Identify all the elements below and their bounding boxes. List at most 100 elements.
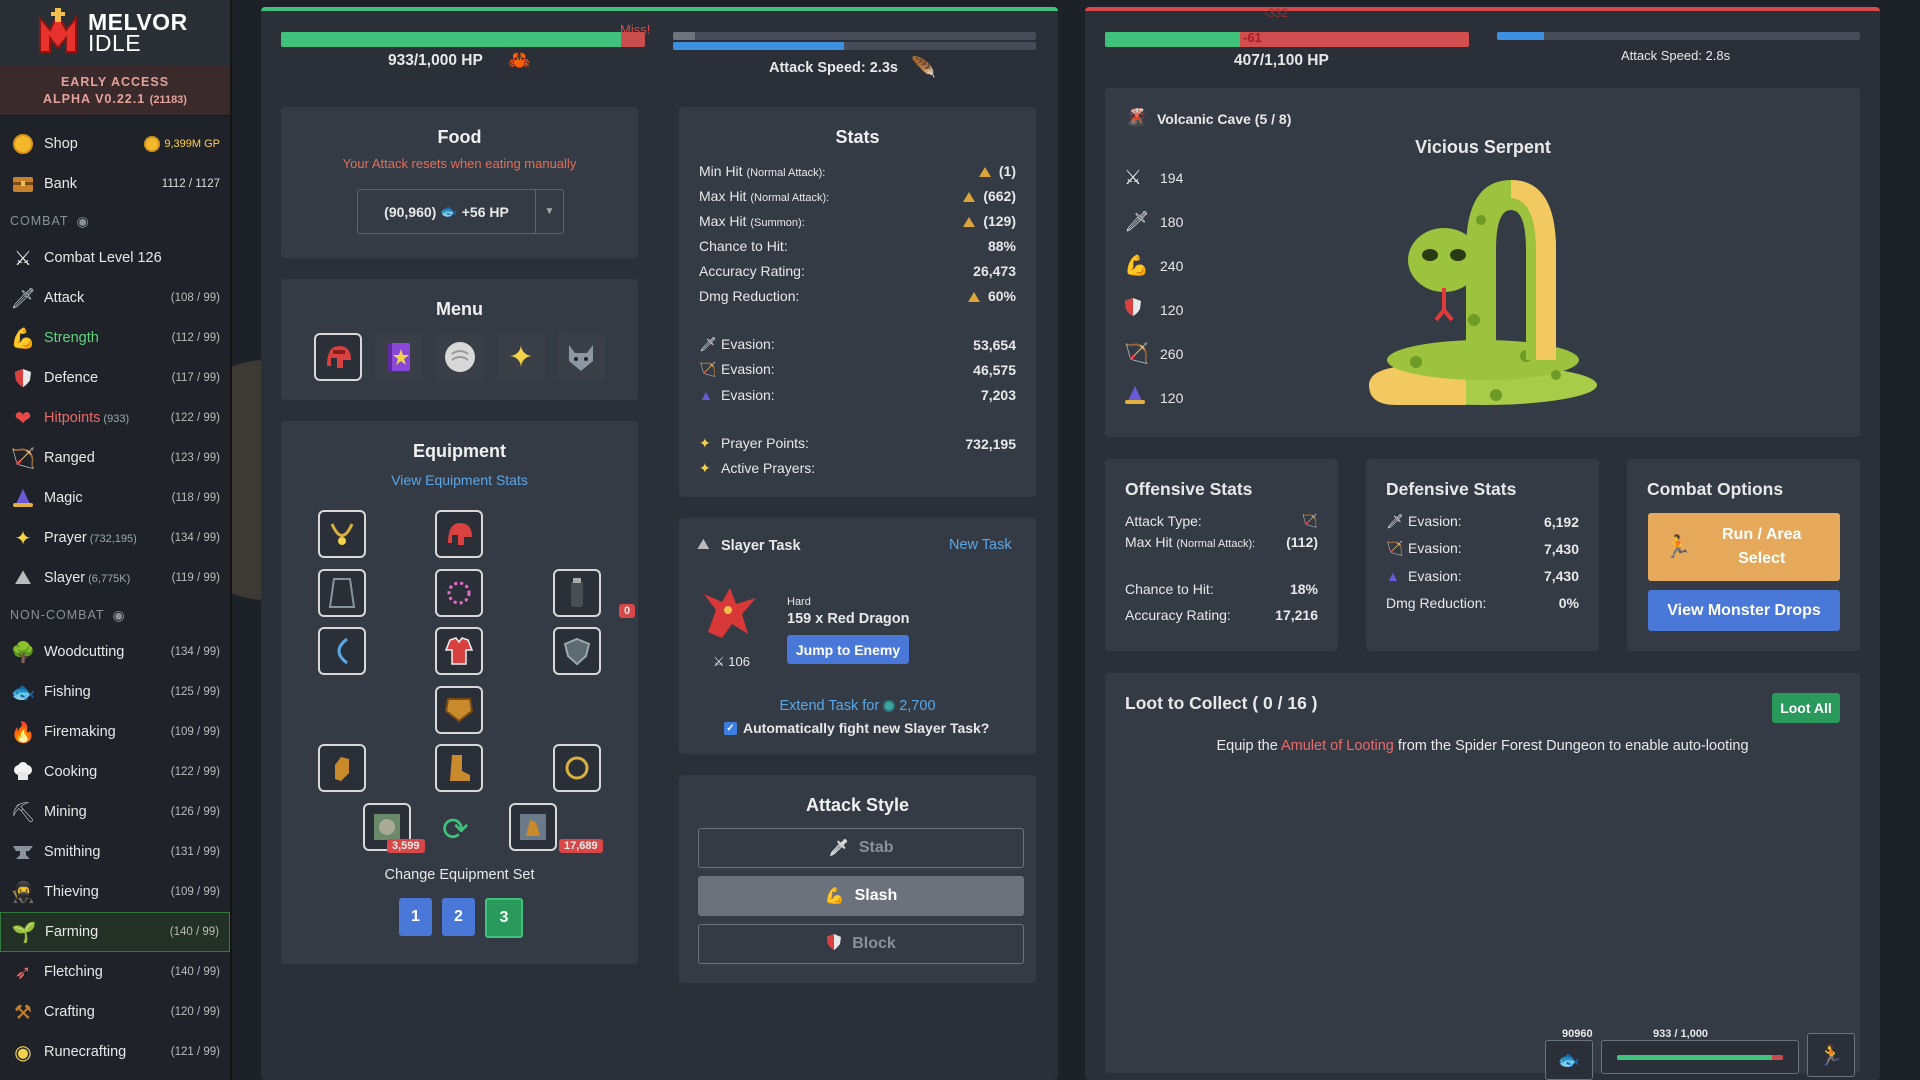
spellbook-icon[interactable] (375, 333, 423, 381)
slot-helmet[interactable] (435, 510, 483, 558)
sword-icon: 🗡 (1386, 513, 1404, 529)
sidebar-item-crafting[interactable]: ⚒ Crafting (120 / 99) (0, 992, 230, 1032)
food-dropdown-toggle[interactable]: ▼ (535, 190, 563, 233)
sidebar-item-fletching[interactable]: ➶ Fletching (140 / 99) (0, 952, 230, 992)
combat-triangle-icon (967, 291, 980, 302)
stat-value: 7,203 (980, 386, 1016, 403)
slot-ring[interactable] (553, 744, 601, 792)
pet-crab-icon[interactable]: 🦀 (508, 50, 530, 71)
stat-label: Chance to Hit: (699, 237, 788, 254)
sidebar-item-thieving[interactable]: 🥷 Thieving (109 / 99) (0, 872, 230, 912)
sidebar-item-combat[interactable]: ⚔ Combat Level 126 (0, 238, 230, 278)
equipment-set-1-button[interactable]: 1 (399, 898, 432, 936)
sidebar-item-mining[interactable]: ⛏ Mining (126 / 99) (0, 792, 230, 832)
sidebar-item-label: Thieving (44, 884, 99, 900)
slot-summon-2[interactable] (509, 803, 557, 851)
stat-note: (Normal Attack): (746, 166, 826, 179)
slot-quiver[interactable] (553, 569, 601, 617)
sidebar-item-strength[interactable]: 💪 Strength (112 / 99) (0, 318, 230, 358)
crossed-swords-icon: ⚔ (1124, 167, 1142, 189)
enemy-attack-fill (1497, 32, 1545, 40)
equipment-set-2-button[interactable]: 2 (442, 898, 475, 936)
skill-level: (120 / 99) (170, 1006, 220, 1018)
mini-eat-button[interactable]: 🐟 (1545, 1040, 1593, 1080)
mini-run-button[interactable]: 🏃 (1807, 1033, 1855, 1077)
slot-necklace[interactable] (435, 569, 483, 617)
combat-header-label: COMBAT (10, 214, 69, 228)
slayer-boot-icon: ⛰ (14, 566, 32, 589)
vicious-serpent-image[interactable] (1366, 170, 1600, 413)
feather-icon: 🪶 (911, 57, 936, 79)
sidebar-item-farming[interactable]: 🌱 Farming (140 / 99) (0, 912, 230, 952)
slot-gloves[interactable] (318, 744, 366, 792)
sidebar-item-woodcutting[interactable]: 🌳 Woodcutting (134 / 99) (0, 632, 230, 672)
sidebar-item-ranged[interactable]: 🏹 Ranged (123 / 99) (0, 438, 230, 478)
ancient-magic-icon[interactable] (436, 333, 484, 381)
sidebar-item-defence[interactable]: Defence (117 / 99) (0, 358, 230, 398)
slot-weapon[interactable] (318, 627, 366, 675)
summoning-wolf-icon[interactable] (557, 333, 605, 381)
skill-level: (119 / 99) (171, 572, 220, 584)
slot-boots[interactable] (435, 744, 483, 792)
slot-legs[interactable] (435, 686, 483, 734)
loot-all-button[interactable]: Loot All (1772, 693, 1840, 723)
enemy-stat-value: 180 (1160, 213, 1184, 230)
enemy-ranged-level: 🏹 260 (1124, 341, 1183, 366)
sidebar-item-runecrafting[interactable]: ◉ Runecrafting (121 / 99) (0, 1032, 230, 1072)
pickaxe-icon: ⛏ (10, 801, 36, 824)
equipment-set-3-button[interactable]: 3 (485, 898, 523, 938)
run-area-select-button[interactable]: 🏃 Run / Area Select (1648, 513, 1840, 581)
mini-hp-text: 933 / 1,000 (1653, 1028, 1709, 1040)
slot-shield[interactable] (553, 627, 601, 675)
food-select[interactable]: (90,960) 🐟 +56 HP ▼ (357, 189, 564, 234)
sidebar-item-bank[interactable]: Bank 1112 / 1127 (0, 164, 230, 204)
chef-hat-icon (10, 759, 36, 785)
swap-summons-icon[interactable]: ⟳ (442, 810, 469, 848)
amulet-of-looting-link[interactable]: Amulet of Looting (1281, 738, 1394, 754)
sidebar-item-smithing[interactable]: Smithing (131 / 99) (0, 832, 230, 872)
logo[interactable]: MELVOR IDLE (0, 0, 230, 66)
quiver-count-badge: 0 (619, 604, 636, 618)
fire-icon: 🔥 (10, 721, 36, 744)
mini-hp-bar (1617, 1055, 1783, 1060)
slash-style-button[interactable]: 💪 Slash (698, 876, 1024, 916)
sword-icon: 🗡 (1124, 211, 1150, 233)
sidebar-item-shop[interactable]: Shop 9,399M GP (0, 124, 230, 164)
auto-slayer-checkbox[interactable]: ✓ (724, 721, 737, 735)
slot-amulet[interactable] (318, 510, 366, 558)
stat-label: Evasion: (1408, 540, 1462, 556)
view-equipment-stats-link[interactable]: View Equipment Stats (281, 472, 638, 488)
enemy-name: Vicious Serpent (1415, 137, 1551, 157)
sidebar-item-hitpoints[interactable]: ❤ Hitpoints (933) (122 / 99) (0, 398, 230, 438)
loot-message: Equip the Amulet of Looting from the Spi… (1105, 738, 1860, 754)
sidebar-item-slayer[interactable]: ⛰ Slayer (6,775K) (119 / 99) (0, 558, 230, 598)
crossed-swords-icon: ⚔ (14, 247, 32, 270)
sidebar-item-prayer[interactable]: ✦ Prayer (732,195) (134 / 99) (0, 518, 230, 558)
block-style-button[interactable]: Block (698, 924, 1024, 964)
view-monster-drops-button[interactable]: View Monster Drops (1648, 590, 1840, 631)
sidebar-item-label: Firemaking (44, 724, 116, 740)
extend-task-link[interactable]: Extend Task for 2,700 (679, 698, 1036, 714)
sidebar-item-cooking[interactable]: Cooking (122 / 99) (0, 752, 230, 792)
sidebar-item-fishing[interactable]: 🐟 Fishing (125 / 99) (0, 672, 230, 712)
player-attack-fill (673, 32, 695, 40)
new-task-link[interactable]: New Task (949, 537, 1012, 553)
noncombat-section-header[interactable]: NON-COMBAT ◉ (0, 598, 230, 632)
equipment-helmet-icon[interactable] (314, 333, 362, 381)
slot-cape[interactable] (318, 569, 366, 617)
sidebar-item-label: Hitpoints (44, 410, 101, 426)
jump-to-enemy-button[interactable]: Jump to Enemy (787, 635, 909, 664)
sidebar-item-firemaking[interactable]: 🔥 Firemaking (109 / 99) (0, 712, 230, 752)
stab-style-button[interactable]: 🗡 Stab (698, 828, 1024, 868)
eye-icon[interactable]: ◉ (77, 213, 90, 230)
eye-icon[interactable]: ◉ (113, 607, 126, 624)
auto-slayer-checkbox-row[interactable]: ✓ Automatically fight new Slayer Task? (724, 720, 989, 736)
stat-label: Max Hit (699, 212, 747, 229)
eat-food-button[interactable]: (90,960) 🐟 +56 HP (358, 203, 535, 220)
offensive-title: Offensive Stats (1125, 479, 1253, 499)
sidebar-item-attack[interactable]: 🗡 Attack (108 / 99) (0, 278, 230, 318)
combat-section-header[interactable]: COMBAT ◉ (0, 204, 230, 238)
prayer-star-icon[interactable]: ✦ (497, 333, 545, 381)
slot-body[interactable] (435, 627, 483, 675)
sidebar-item-magic[interactable]: Magic (118 / 99) (0, 478, 230, 518)
